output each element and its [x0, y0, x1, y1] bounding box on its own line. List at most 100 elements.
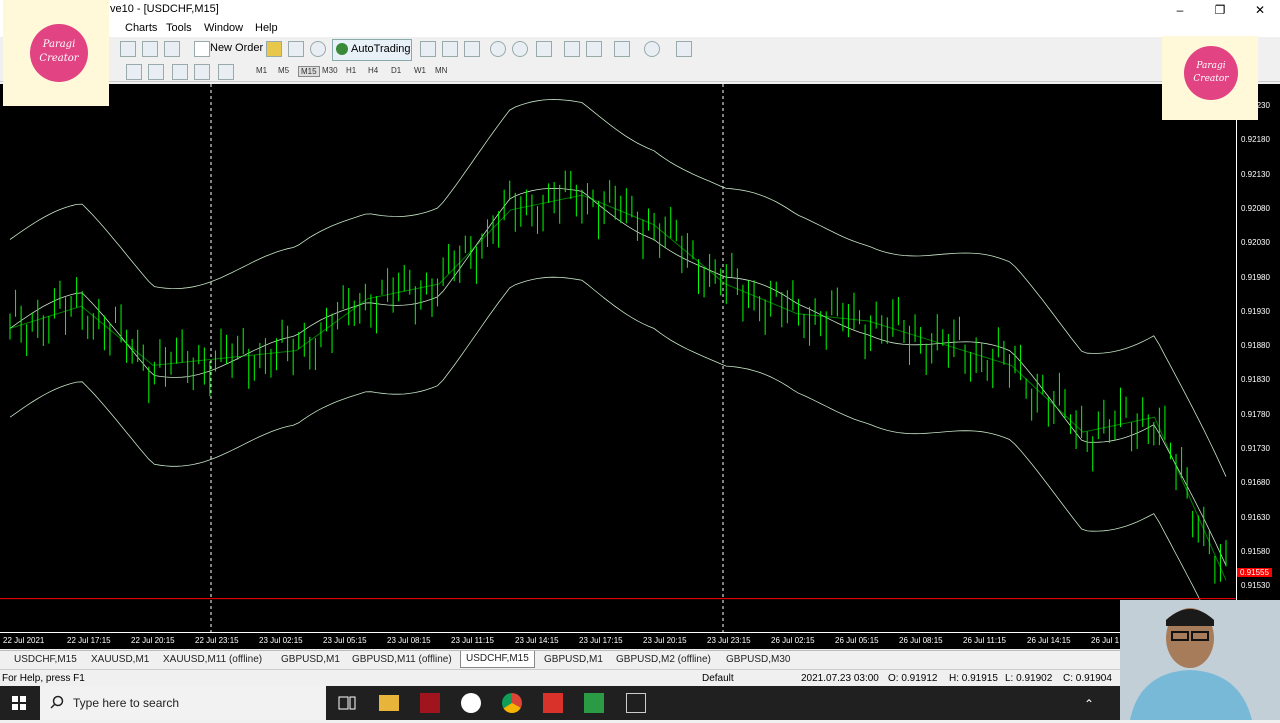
price-label: 0.91880 [1241, 341, 1270, 351]
title-bar: ve10 - [USDCHF,M15] – ❐ ✕ [0, 0, 1280, 20]
price-label: 0.91630 [1241, 512, 1270, 522]
window-title: ve10 - [USDCHF,M15] [110, 3, 219, 15]
hline-icon[interactable] [148, 64, 164, 80]
time-label: 26 Jul 11:15 [963, 636, 1006, 645]
status-help: For Help, press F1 [2, 673, 85, 684]
tab-gbpusd-m30[interactable]: GBPUSD,M30 [726, 654, 790, 665]
signals-icon[interactable] [310, 41, 326, 57]
presenter-picture [1120, 600, 1280, 720]
time-label: 26 Jul 1 [1091, 636, 1120, 645]
bollinger-band-lower [9, 276, 1227, 655]
time-label: 23 Jul 14:15 [515, 636, 559, 645]
chart-shift-icon[interactable] [586, 41, 602, 57]
chrome-icon[interactable] [502, 693, 522, 713]
status-high: H: 0.91915 [949, 673, 998, 684]
menu-bar: Charts Tools Window Help [0, 20, 1280, 37]
time-label: 23 Jul 11:15 [451, 636, 494, 645]
tf-m30[interactable]: M30 [322, 66, 338, 75]
price-label: 0.92180 [1241, 135, 1270, 145]
logo-badge-right: Paragi Creator [1184, 46, 1238, 100]
chart-canvas[interactable] [0, 84, 1236, 655]
zoom-out-icon[interactable] [512, 41, 528, 57]
autotrading-button[interactable]: AutoTrading [332, 39, 412, 61]
tile-windows-icon[interactable] [536, 41, 552, 57]
xbox-icon[interactable] [461, 693, 481, 713]
windows-start-icon[interactable] [12, 696, 26, 710]
tab-gbpusd-m2-offline[interactable]: GBPUSD,M2 (offline) [616, 654, 711, 665]
time-label: 23 Jul 05:15 [323, 636, 367, 645]
tab-gbpusd-m11-offline[interactable]: GBPUSD,M11 (offline) [352, 654, 452, 665]
price-chart[interactable] [0, 84, 1240, 655]
menu-help[interactable]: Help [255, 22, 278, 34]
tf-mn[interactable]: MN [435, 66, 447, 75]
restore-button[interactable]: ❐ [1200, 0, 1240, 20]
autotrading-label: AutoTrading [351, 43, 411, 55]
tab-gbpusd-m1[interactable]: GBPUSD,M1 [281, 654, 340, 665]
app-screen-recorder-icon[interactable] [543, 693, 563, 713]
status-profile: Default [702, 673, 734, 684]
tf-w1[interactable]: W1 [414, 66, 426, 75]
time-label: 22 Jul 17:15 [67, 636, 111, 645]
tf-m1[interactable]: M1 [256, 66, 267, 75]
tab-usdchf-m15[interactable]: USDCHF,M15 [14, 654, 77, 665]
tray-chevron-icon[interactable]: ⌃ [1084, 697, 1094, 711]
time-label: 23 Jul 17:15 [579, 636, 623, 645]
search-icon [50, 695, 64, 709]
auto-scroll-icon[interactable] [564, 41, 580, 57]
tf-h4[interactable]: H4 [368, 66, 378, 75]
price-label: 0.91980 [1241, 272, 1270, 282]
bollinger-band-middle [9, 187, 1227, 566]
tf-m15[interactable]: M15 [298, 66, 320, 77]
time-label: 26 Jul 02:15 [771, 636, 815, 645]
webcam-overlay [1120, 600, 1280, 720]
price-label: 0.91530 [1241, 581, 1270, 591]
price-label: 0.91580 [1241, 546, 1270, 556]
tf-d1[interactable]: D1 [391, 66, 401, 75]
indicators-icon[interactable] [614, 41, 630, 57]
price-label: 0.91680 [1241, 478, 1270, 488]
tf-h1[interactable]: H1 [346, 66, 356, 75]
text-tool-icon[interactable] [172, 64, 188, 80]
arrows-icon[interactable] [218, 64, 234, 80]
menu-window[interactable]: Window [204, 22, 243, 34]
line-chart-icon[interactable] [464, 41, 480, 57]
file-explorer-icon[interactable] [379, 695, 399, 711]
crosshair-icon[interactable] [126, 64, 142, 80]
new-order-button[interactable]: New Order [210, 42, 263, 54]
app-green-icon[interactable] [584, 693, 604, 713]
autotrading-icon [336, 43, 348, 55]
metaeditor-icon[interactable] [266, 41, 282, 57]
app-terminal-icon[interactable] [626, 693, 646, 713]
menu-tools[interactable]: Tools [166, 22, 192, 34]
tab-usdchf-m15-active[interactable]: USDCHF,M15 [460, 651, 535, 668]
taskbar-search[interactable]: Type here to search [40, 686, 326, 720]
status-close: C: 0.91904 [1063, 673, 1112, 684]
text-label-icon[interactable] [194, 64, 210, 80]
menu-charts[interactable]: Charts [125, 22, 157, 34]
templates-icon[interactable] [676, 41, 692, 57]
minimize-button[interactable]: – [1160, 0, 1200, 20]
task-view-icon[interactable] [337, 693, 357, 713]
tab-xauusd-m11-offline[interactable]: XAUUSD,M11 (offline) [163, 654, 262, 665]
status-open: O: 0.91912 [888, 673, 938, 684]
close-button[interactable]: ✕ [1240, 0, 1280, 20]
candlestick-icon[interactable] [442, 41, 458, 57]
new-order-icon[interactable] [194, 41, 210, 57]
new-chart-icon[interactable] [120, 41, 136, 57]
app-red-icon[interactable] [420, 693, 440, 713]
tf-m5[interactable]: M5 [278, 66, 289, 75]
time-label: 22 Jul 2021 [3, 636, 45, 645]
zoom-in-icon[interactable] [490, 41, 506, 57]
windows-taskbar: Type here to search ⌃ [0, 686, 1280, 720]
tab-xauusd-m1[interactable]: XAUUSD,M1 [91, 654, 149, 665]
bar-chart-icon[interactable] [420, 41, 436, 57]
zoom-window-icon[interactable] [164, 41, 180, 57]
tab-gbpusd-m1-2[interactable]: GBPUSD,M1 [544, 654, 603, 665]
logo-left: Paragi Creator [3, 0, 109, 106]
logo-right: Paragi Creator [1162, 36, 1258, 120]
toolbar: New Order AutoTrading M1 M5 M15 M30 H1 H… [0, 37, 1280, 82]
time-label: 26 Jul 08:15 [899, 636, 943, 645]
navigator-icon[interactable] [288, 41, 304, 57]
profiles-icon[interactable] [142, 41, 158, 57]
periods-icon[interactable] [644, 41, 660, 57]
